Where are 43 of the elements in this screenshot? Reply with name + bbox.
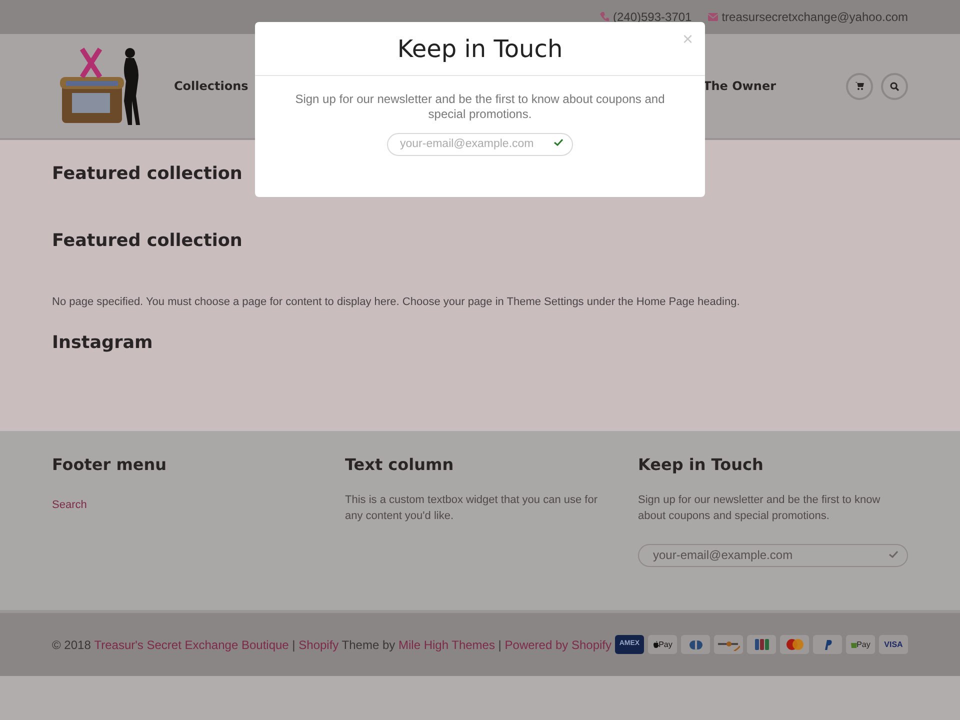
- apple-glyph: [652, 641, 659, 648]
- phone-number: (240)593-3701: [612, 9, 692, 26]
- visa-card-icon: VISA: [879, 635, 908, 654]
- search-icon: [890, 82, 899, 90]
- bars-glyph: [754, 639, 768, 650]
- applepay-card-icon: Pay: [648, 635, 677, 654]
- gpay-card-icon: Pay: [846, 635, 875, 654]
- footer-link[interactable]: Powered by Shopify: [504, 636, 612, 654]
- footer-heading: Text column: [345, 455, 455, 474]
- section-heading: Instagram: [52, 332, 153, 354]
- nav-link[interactable]: The Owner: [703, 77, 776, 95]
- email-address: treasursecretxchange@yahoo.com: [722, 9, 908, 26]
- close-button[interactable]: ×: [682, 30, 693, 48]
- search-button[interactable]: [881, 72, 908, 100]
- cart-icon: [855, 82, 864, 90]
- circles-glyph: [786, 639, 804, 650]
- phone-icon: [600, 12, 609, 22]
- section-heading: Featured collection: [52, 164, 242, 185]
- footer-text: This is a custom textbox widget that you can use for any content you'd like.: [345, 493, 599, 524]
- envelope-icon: [708, 13, 718, 21]
- modal-text: Sign up for our newsletter and be the first to know about coupons and special promotions.: [294, 92, 666, 122]
- footer-link[interactable]: Treasur's Secret Exchange Boutique: [94, 636, 289, 654]
- footer-text: |: [497, 636, 502, 654]
- cart-button[interactable]: [846, 72, 873, 100]
- check-icon: [889, 551, 898, 558]
- footer-link[interactable]: Mile High Themes: [398, 636, 495, 654]
- footer-heading: Footer menu: [52, 455, 168, 474]
- footer-text: Sign up for our newsletter and be the first to know about coupons and special promotions.: [638, 493, 882, 524]
- p-glyph: [824, 640, 832, 650]
- check-icon: [554, 139, 563, 146]
- bag-glyph: [850, 641, 857, 648]
- section-heading: Featured collection: [52, 231, 242, 252]
- footer-heading: Keep in Touch: [638, 455, 764, 474]
- footer-text: © 2018: [52, 636, 92, 654]
- footer-link[interactable]: Shopify: [298, 636, 339, 654]
- email-field[interactable]: your-email@example.com: [638, 544, 908, 567]
- circles-glyph: [688, 640, 704, 650]
- modal-title: Keep in Touch: [397, 34, 563, 64]
- info-text: No page specified. You must choose a page for content to display here. Choose your page in Theme Settings under the Home Page heading.: [52, 295, 740, 310]
- footer-text: Theme by: [340, 636, 396, 654]
- footer-text: |: [291, 636, 296, 654]
- stripe-glyph: [718, 638, 740, 650]
- footer-link[interactable]: Search: [52, 497, 87, 514]
